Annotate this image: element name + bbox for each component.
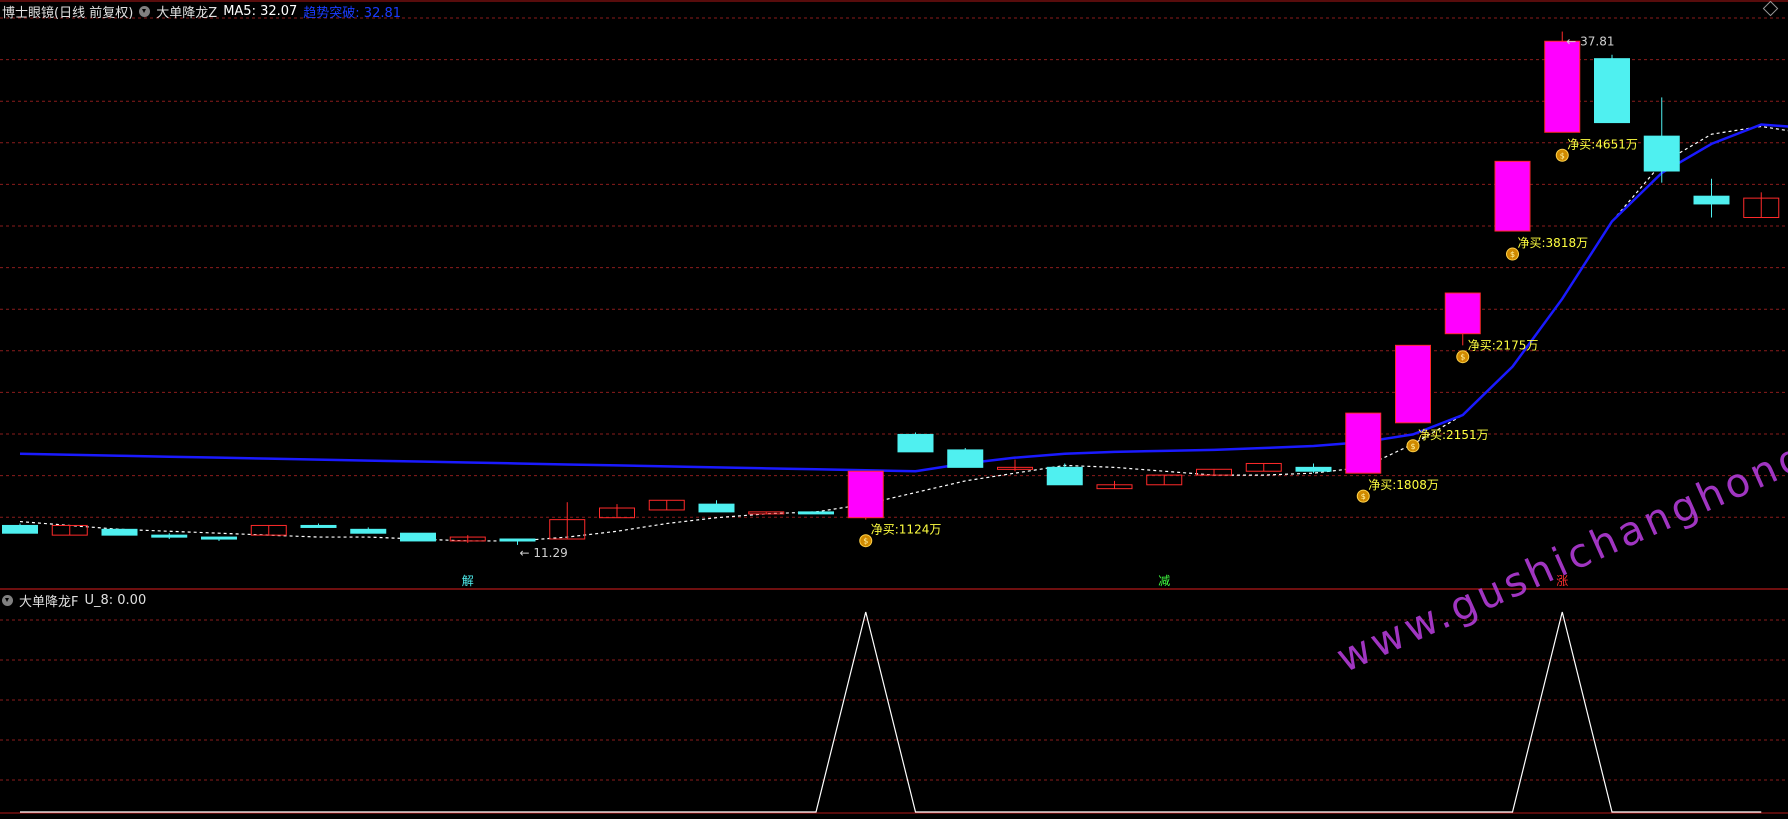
candle-body [1395, 344, 1431, 424]
net-buy-label: 净买:3818万 [1518, 236, 1589, 250]
net-buy-marker: $净买:1808万 [1356, 478, 1439, 503]
chart-canvas[interactable]: ← 11.29← 37.81$净买:1124万$净买:1808万$净买:2151… [0, 0, 1788, 815]
candle-body [1643, 135, 1680, 172]
low-price-label: ← 11.29 [520, 546, 568, 560]
breakout-value: 趋势突破: 32.81 [303, 6, 402, 21]
sub-indicator-value: U_8: 0.00 [84, 593, 147, 608]
net-buy-marker: $净买:1124万 [859, 523, 942, 548]
candles [2, 31, 1780, 545]
candle-body [101, 528, 138, 536]
stock-chart-window: ← 11.29 ← 37.81 $ 净买:1124万 $ 净买:1808万 $ 净买:2151… [0, 0, 1788, 815]
candle-body [300, 524, 337, 528]
net-buy-marker: $净买:2151万 [1406, 428, 1489, 453]
candle-body [1295, 466, 1332, 472]
high-price-label: ← 37.81 [1566, 35, 1614, 49]
money-bag-glyph: $ [1361, 492, 1366, 501]
net-buy-marker: $净买:2175万 [1456, 339, 1539, 364]
candle-body [1494, 160, 1531, 232]
money-bag-glyph: $ [1560, 151, 1565, 160]
sub-indicator [20, 611, 1762, 813]
sub-indicator-line [20, 611, 1762, 813]
money-bag-glyph: $ [1510, 250, 1515, 259]
chart-title: 博士眼镜(日线 前复权) [2, 6, 134, 21]
ma5-value: MA5: 32.07 [223, 4, 298, 19]
net-buy-label: 净买:2175万 [1468, 339, 1539, 353]
sub-indicator-name: 大单降龙F [19, 595, 79, 610]
net-buy-marker: $净买:3818万 [1506, 236, 1589, 261]
candle-body [1046, 466, 1083, 486]
sub-indicator-menu-icon[interactable] [2, 595, 13, 606]
candle-body [947, 449, 984, 468]
candle-body [1345, 412, 1382, 474]
net-buy-label: 净买:1808万 [1368, 478, 1439, 492]
candle-body [897, 433, 934, 453]
indicator-name: 大单降龙Z [156, 6, 218, 21]
grid-lines [0, 0, 1788, 814]
net-buy-label: 净买:4651万 [1567, 137, 1638, 151]
candle-body [2, 524, 38, 534]
main-header: 博士眼镜(日线 前复权) 大单降龙Z MA5: 32.07 趋势突破: 32.8… [2, 2, 401, 21]
signal-marker: 减 [1158, 574, 1170, 588]
candle-body [798, 511, 834, 515]
indicator-menu-icon[interactable] [139, 6, 151, 17]
candle-body [400, 532, 436, 542]
net-buy-label: 净买:1124万 [871, 523, 942, 537]
candle-body [847, 470, 884, 519]
sub-header: 大单降龙F U_8: 0.00 [2, 591, 146, 610]
candle-body [151, 534, 188, 538]
candle-body [499, 538, 536, 542]
candle-body [1544, 40, 1581, 133]
candle-body [350, 528, 387, 534]
money-bag-glyph: $ [1460, 353, 1465, 362]
candle-body [201, 536, 237, 540]
candle-body [1594, 58, 1630, 124]
candle-body [1444, 292, 1481, 335]
net-buy-marker: $净买:4651万 [1555, 137, 1638, 162]
signal-marker: 解 [462, 574, 474, 588]
money-bag-glyph: $ [863, 537, 868, 546]
candle-body [698, 503, 735, 513]
candle-body [1693, 195, 1730, 205]
money-bag-glyph: $ [1410, 442, 1415, 451]
net-buy-label: 净买:2151万 [1418, 428, 1489, 442]
